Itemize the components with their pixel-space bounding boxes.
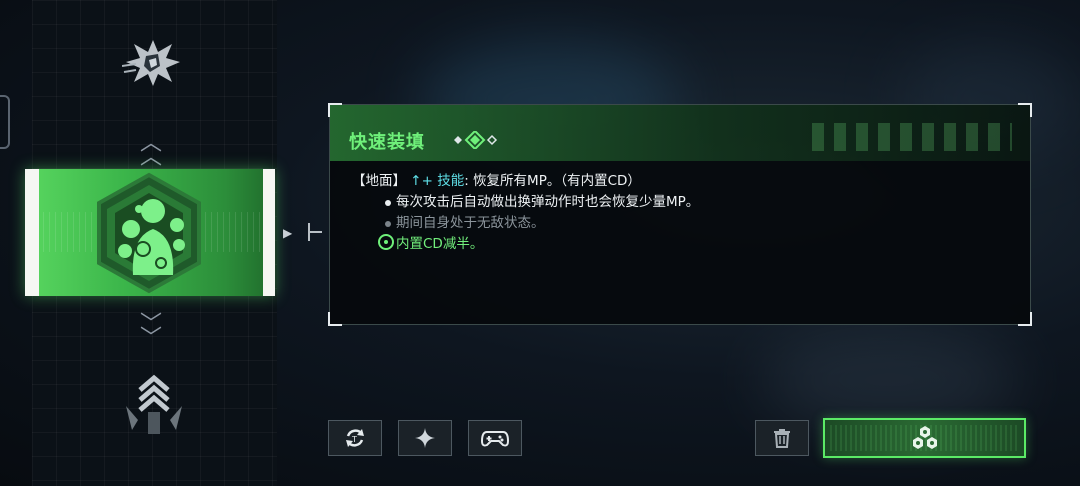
skill-description: 【地面】 ↑+ 技能: 恢复所有MP。（有内置CD） 每次攻击后自动做出换弹动作… xyxy=(352,171,1010,255)
equip-cluster-icon xyxy=(912,426,937,449)
equip-confirm-button[interactable] xyxy=(823,418,1026,458)
skill-title: 快速装填 xyxy=(349,132,425,153)
bullet-text: 期间自身处于无敌状态。 xyxy=(396,215,545,231)
skill-burst-icon xyxy=(97,172,201,294)
sparkle-button[interactable] xyxy=(398,420,452,456)
gamepad-icon xyxy=(481,431,509,447)
selected-skill-card[interactable] xyxy=(25,169,275,296)
scroll-down-chevron-icon[interactable]: ﹀ ﹀ xyxy=(140,314,162,350)
bullet-text: 内置CD减半。 xyxy=(396,236,484,252)
condition-effect: : 恢复所有MP。（有内置CD） xyxy=(464,173,641,189)
skill-detail-panel: 快速装填 【地面】 ↑+ 技能: 恢复所有MP。（有内置CD） 每次攻击后自动做… xyxy=(328,103,1032,326)
refresh-button[interactable]: T xyxy=(328,420,382,456)
corner-mark xyxy=(328,103,342,117)
header-decoration xyxy=(812,123,1012,151)
level-diamonds-icon xyxy=(454,131,498,149)
gamepad-button[interactable] xyxy=(468,420,522,456)
svg-text:T: T xyxy=(351,435,357,444)
spark-burst-icon[interactable] xyxy=(122,36,184,90)
expand-arrow-icon: ▶ xyxy=(283,226,293,240)
upgrade-bullet-3[interactable]: 内置CD减半。 xyxy=(352,234,1010,255)
upgrade-bullet-2: 期间自身处于无敌状态。 xyxy=(352,213,1010,234)
input-command: ↑+ 技能 xyxy=(410,173,465,189)
condition-prefix: 【地面】 xyxy=(352,173,406,189)
corner-mark xyxy=(328,312,342,326)
connector-line xyxy=(308,223,324,241)
card-right-strip xyxy=(263,169,275,296)
scroll-up-chevron-icon[interactable]: ︿ ︿ xyxy=(140,133,162,169)
upgrade-bullet-1: 每次攻击后自动做出换弹动作时也会恢复少量MP。 xyxy=(352,192,1010,213)
rank-chevron-icon[interactable] xyxy=(118,366,190,438)
bullet-dot-icon xyxy=(385,200,391,206)
left-edge-tab[interactable] xyxy=(0,95,10,149)
bullet-text: 每次攻击后自动做出换弹动作时也会恢复少量MP。 xyxy=(396,194,700,210)
corner-mark xyxy=(1018,103,1032,117)
bullet-dot-icon xyxy=(385,221,391,227)
delete-button[interactable] xyxy=(755,420,809,456)
trash-icon xyxy=(774,429,790,448)
selected-ring-icon xyxy=(378,234,394,250)
skill-condition-line: 【地面】 ↑+ 技能: 恢复所有MP。（有内置CD） xyxy=(352,171,1010,192)
corner-mark xyxy=(1018,312,1032,326)
card-left-strip xyxy=(25,169,39,296)
sparkle-icon xyxy=(415,428,435,448)
refresh-icon: T xyxy=(346,429,364,447)
